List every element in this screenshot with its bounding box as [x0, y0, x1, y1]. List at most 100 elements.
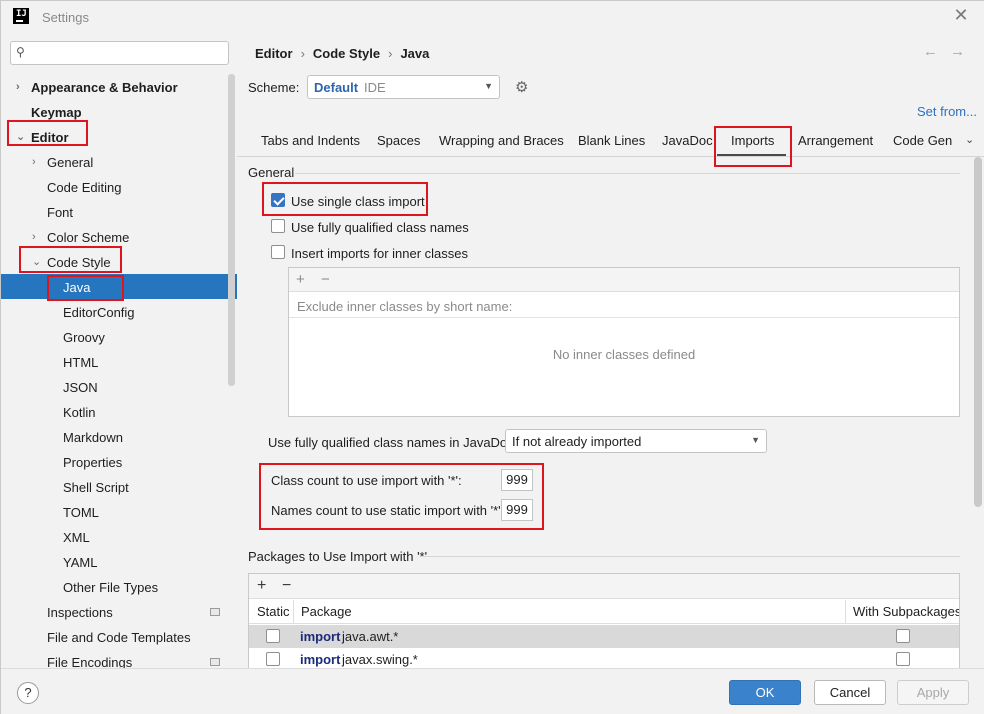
settings-content: Editor › Code Style › Java ← → Scheme: Defau…: [237, 34, 984, 673]
apply-button[interactable]: Apply: [897, 680, 969, 705]
sidebar-item-appearance-behavior[interactable]: › Appearance & Behavior: [16, 75, 178, 100]
tab-spaces[interactable]: Spaces: [377, 133, 420, 148]
sidebar-item-shell-script[interactable]: Shell Script: [63, 475, 129, 500]
ok-button[interactable]: OK: [729, 680, 801, 705]
close-icon[interactable]: ✕: [951, 5, 971, 25]
static-checkbox[interactable]: [266, 652, 280, 666]
column-static[interactable]: Static: [257, 604, 290, 619]
use-fully-qualified-checkbox[interactable]: [271, 219, 285, 233]
insert-inner-imports-checkbox[interactable]: [271, 245, 285, 259]
settings-window: IJ Settings ✕ ⚲ › Appearance & Behavior …: [0, 0, 984, 714]
sidebar-item-file-code-templates[interactable]: File and Code Templates: [47, 625, 191, 650]
add-icon[interactable]: +: [296, 271, 305, 288]
sidebar-item-inspections[interactable]: Inspections: [47, 600, 113, 625]
chevron-right-icon[interactable]: ›: [32, 150, 36, 175]
static-checkbox[interactable]: [266, 629, 280, 643]
back-arrow-icon[interactable]: ←: [923, 43, 938, 60]
scheme-dropdown[interactable]: Default IDE ▼: [307, 75, 500, 99]
sidebar-item-code-style[interactable]: ⌄ Code Style: [32, 250, 111, 275]
sidebar-item-xml[interactable]: XML: [63, 525, 90, 550]
class-count-input[interactable]: 999: [501, 469, 533, 491]
tab-imports[interactable]: Imports: [731, 133, 774, 148]
breadcrumb: Editor › Code Style › Java: [255, 46, 429, 61]
selected-item-highlight: [1, 274, 237, 299]
use-single-class-import-checkbox[interactable]: [271, 193, 285, 207]
tab-javadoc[interactable]: JavaDoc: [662, 133, 713, 148]
breadcrumb-java: Java: [400, 46, 430, 61]
section-divider: [295, 173, 960, 174]
with-subpackages-checkbox[interactable]: [896, 629, 910, 643]
javadoc-qualified-dropdown[interactable]: If not already imported ▼: [505, 429, 767, 453]
settings-sidebar: ⚲ › Appearance & Behavior Keymap ⌄ Edito…: [1, 34, 237, 670]
hint-divider: [289, 317, 959, 318]
sidebar-item-editor[interactable]: ⌄ Editor: [16, 125, 69, 150]
breadcrumb-editor[interactable]: Editor: [255, 46, 293, 61]
sidebar-scrollbar[interactable]: [228, 74, 235, 386]
dropdown-arrow-icon: ▼: [484, 81, 493, 91]
sidebar-item-java[interactable]: Java: [63, 275, 90, 300]
inner-classes-list: + − Exclude inner classes by short name:…: [288, 267, 960, 417]
sidebar-item-markdown[interactable]: Markdown: [63, 425, 123, 450]
breadcrumb-separator: ›: [300, 46, 305, 61]
sidebar-item-toml[interactable]: TOML: [63, 500, 99, 525]
breadcrumb-separator: ›: [388, 46, 393, 61]
inner-classes-empty-text: No inner classes defined: [552, 347, 696, 362]
dropdown-arrow-icon: ▼: [751, 435, 760, 445]
sidebar-item-html[interactable]: HTML: [63, 350, 98, 375]
project-scope-icon: [210, 608, 220, 616]
breadcrumb-code-style[interactable]: Code Style: [313, 46, 380, 61]
chevron-right-icon[interactable]: ›: [16, 75, 20, 100]
names-count-label: Names count to use static import with '*…: [271, 503, 505, 518]
dialog-button-bar: ? OK Cancel Apply: [1, 668, 984, 714]
inner-classes-hint: Exclude inner classes by short name:: [297, 299, 513, 314]
column-with-subpackages[interactable]: With Subpackages: [853, 604, 959, 619]
tab-blank-lines[interactable]: Blank Lines: [578, 133, 645, 148]
column-package[interactable]: Package: [301, 604, 352, 619]
chevron-down-icon[interactable]: ⌄: [32, 250, 41, 275]
sidebar-item-properties[interactable]: Properties: [63, 450, 122, 475]
with-subpackages-checkbox[interactable]: [896, 652, 910, 666]
tab-arrangement[interactable]: Arrangement: [798, 133, 873, 148]
tab-wrapping-and-braces[interactable]: Wrapping and Braces: [439, 133, 564, 148]
sidebar-item-yaml[interactable]: YAML: [63, 550, 97, 575]
content-scrollbar[interactable]: [974, 157, 982, 507]
class-count-label: Class count to use import with '*':: [271, 473, 462, 488]
gear-icon[interactable]: ⚙: [515, 78, 528, 96]
project-scope-icon: [210, 658, 220, 666]
inner-classes-toolbar: + −: [289, 268, 959, 292]
chevron-down-icon[interactable]: ⌄: [16, 125, 25, 150]
tab-bar: Tabs and Indents Spaces Wrapping and Bra…: [237, 129, 984, 157]
sidebar-item-other-file-types[interactable]: Other File Types: [63, 575, 158, 600]
chevron-down-icon[interactable]: ⌄: [965, 133, 974, 146]
sidebar-item-groovy[interactable]: Groovy: [63, 325, 105, 350]
scheme-label: Scheme:: [248, 80, 300, 95]
tab-tabs-and-indents[interactable]: Tabs and Indents: [261, 133, 360, 148]
use-single-class-import-label: Use single class import: [291, 194, 425, 209]
use-fully-qualified-label: Use fully qualified class names: [291, 220, 469, 235]
names-count-input[interactable]: 999: [501, 499, 533, 521]
packages-toolbar: + −: [249, 574, 959, 599]
general-section-title: General: [248, 165, 295, 180]
search-input[interactable]: ⚲: [10, 41, 229, 65]
tab-code-gen[interactable]: Code Gen: [893, 133, 952, 148]
sidebar-item-general[interactable]: › General: [32, 150, 93, 175]
cancel-button[interactable]: Cancel: [814, 680, 886, 705]
remove-icon[interactable]: −: [321, 271, 330, 288]
sidebar-item-color-scheme[interactable]: › Color Scheme: [32, 225, 129, 250]
sidebar-item-editorconfig[interactable]: EditorConfig: [63, 300, 135, 325]
sidebar-item-code-editing[interactable]: Code Editing: [47, 175, 121, 200]
sidebar-item-font[interactable]: Font: [47, 200, 73, 225]
chevron-right-icon[interactable]: ›: [32, 225, 36, 250]
remove-icon[interactable]: −: [282, 577, 291, 595]
set-from-link[interactable]: Set from...: [917, 104, 977, 119]
table-row[interactable]: import java.awt.*: [249, 625, 959, 648]
sidebar-item-json[interactable]: JSON: [63, 375, 98, 400]
sidebar-item-keymap[interactable]: Keymap: [31, 100, 82, 125]
packages-table: + − Static Package With Subpackages impo…: [248, 573, 960, 673]
sidebar-item-kotlin[interactable]: Kotlin: [63, 400, 96, 425]
add-icon[interactable]: +: [257, 577, 266, 595]
forward-arrow-icon[interactable]: →: [950, 43, 965, 60]
help-icon[interactable]: ?: [17, 682, 39, 704]
insert-inner-imports-label: Insert imports for inner classes: [291, 246, 469, 261]
javadoc-qualified-label: Use fully qualified class names in JavaD…: [268, 435, 518, 450]
